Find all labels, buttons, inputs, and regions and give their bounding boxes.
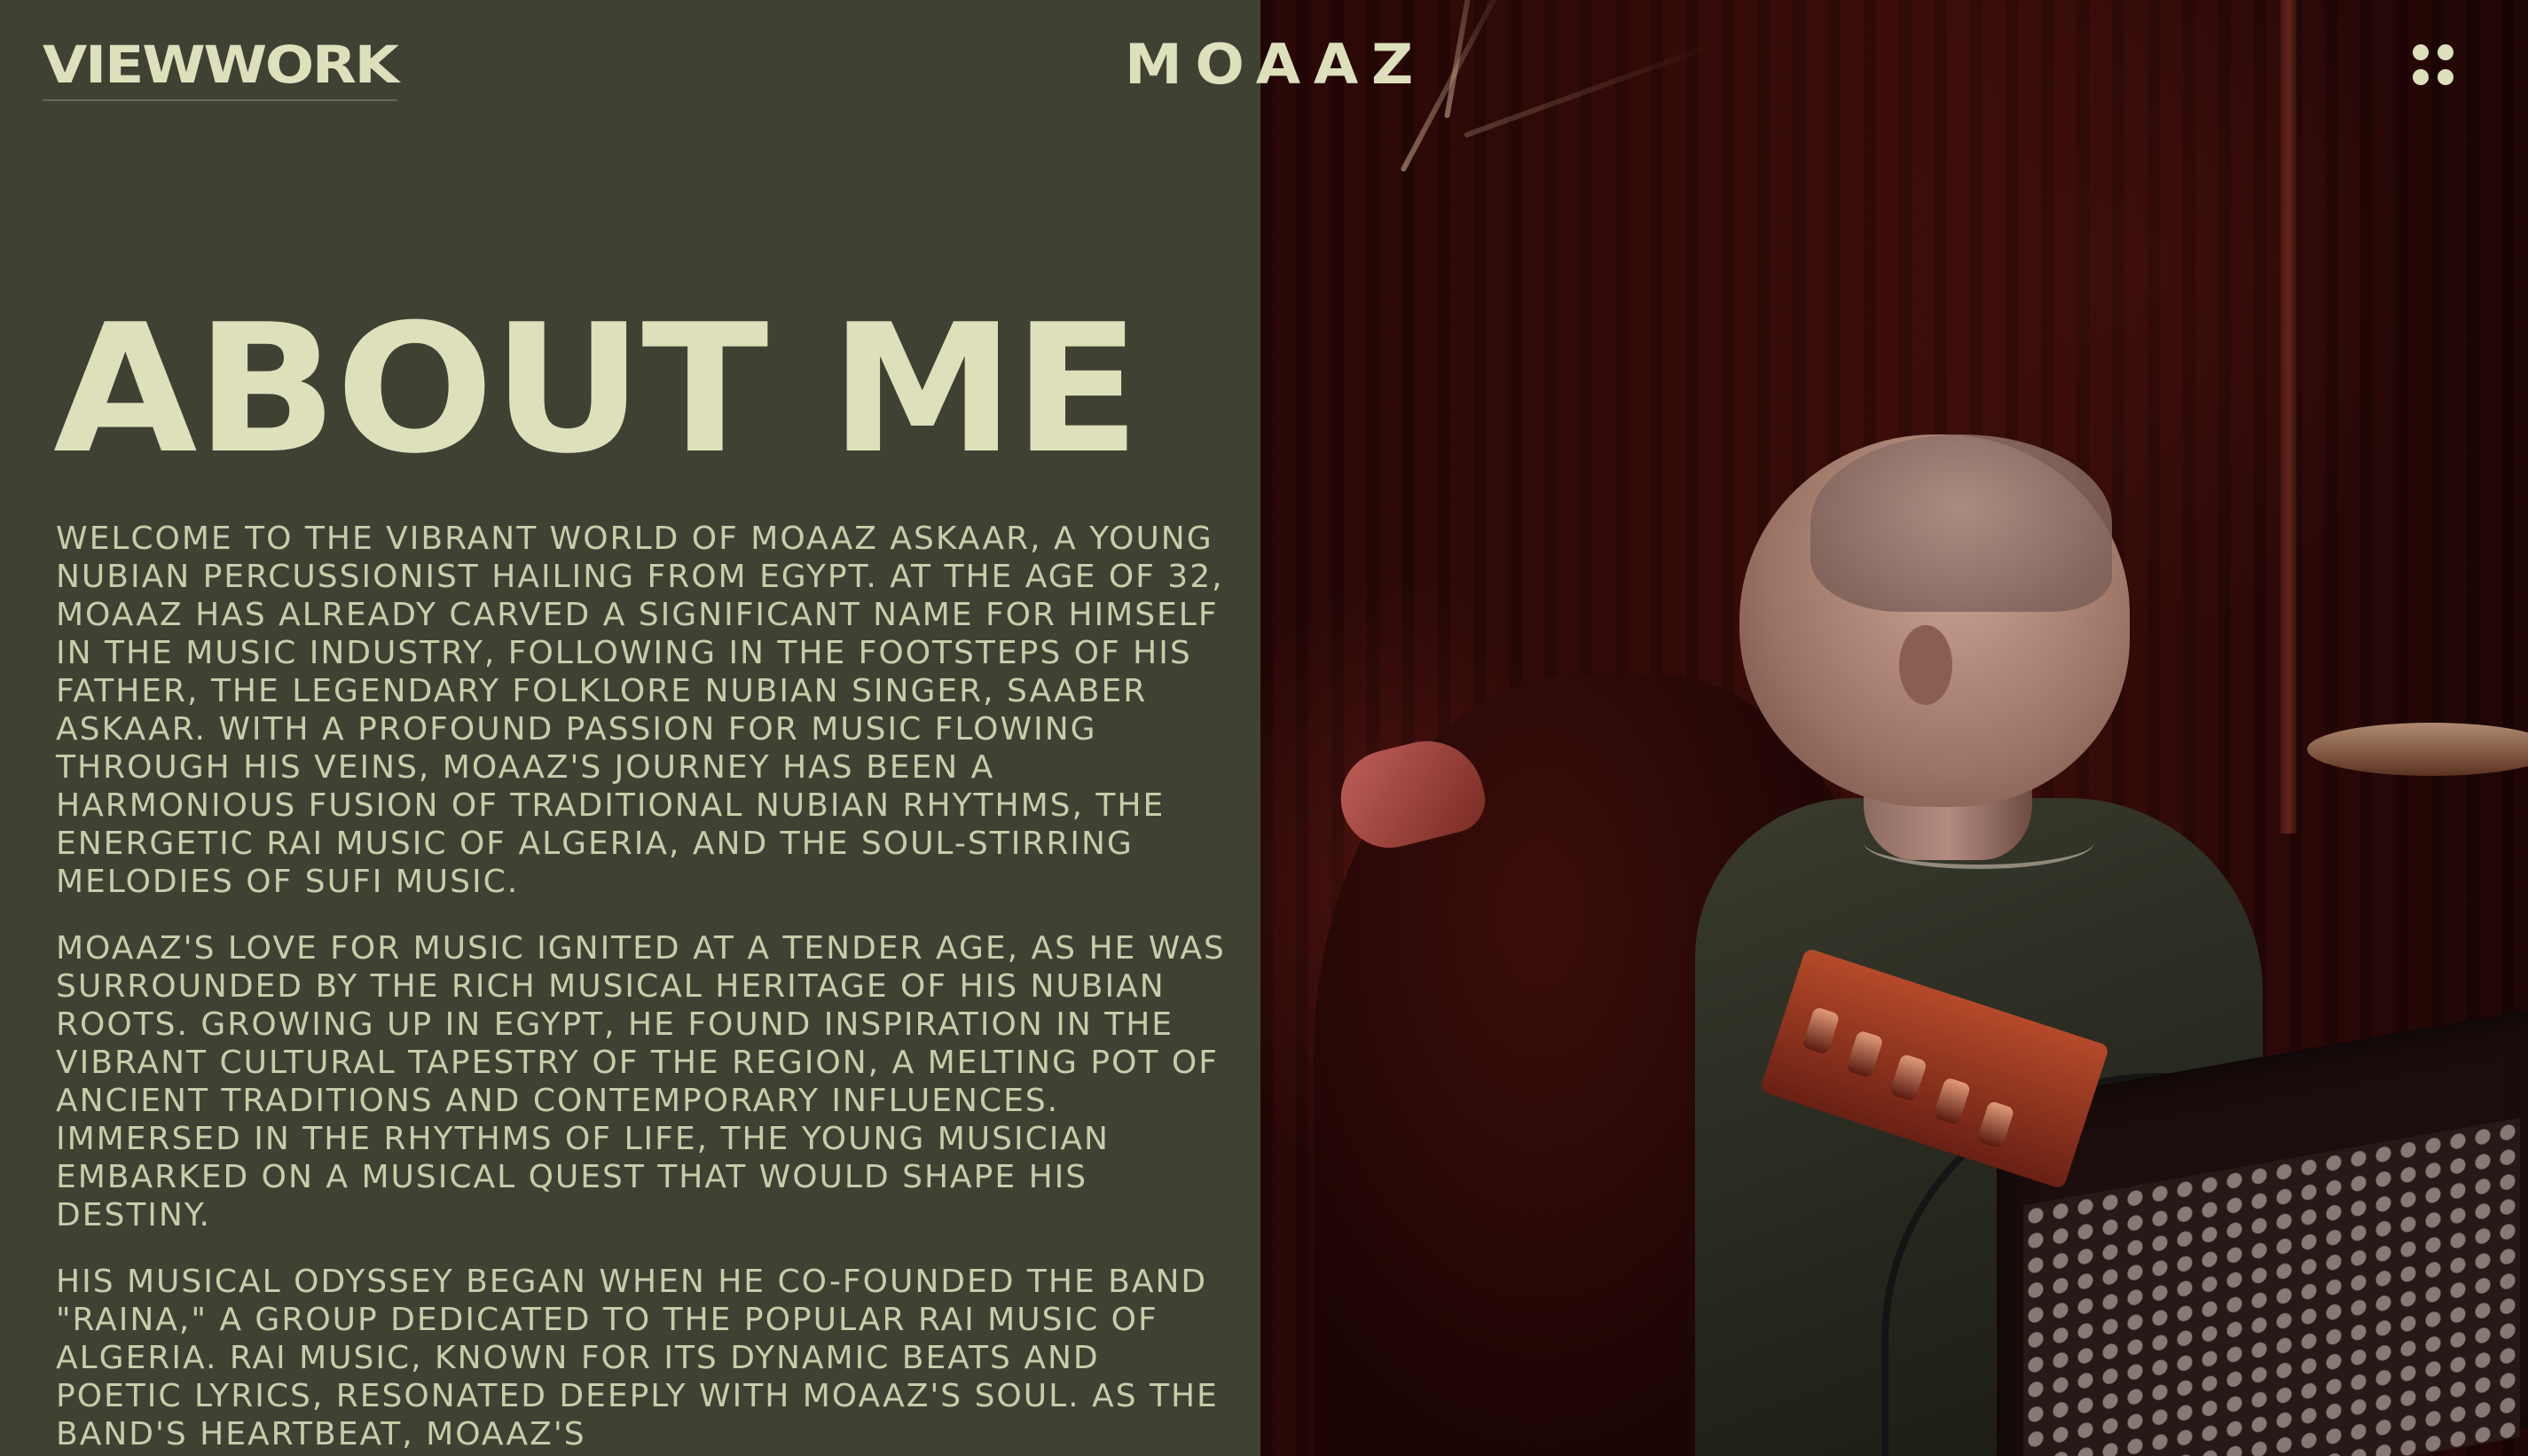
about-text: WELCOME TO THE VIBRANT WORLD OF MOAAZ AS… bbox=[56, 520, 1236, 1456]
musician-hair bbox=[1810, 434, 2112, 612]
site-title[interactable]: MOAAZ bbox=[1125, 37, 1426, 92]
hero-photo bbox=[1260, 0, 2528, 1456]
about-paragraph-1: WELCOME TO THE VIBRANT WORLD OF MOAAZ AS… bbox=[56, 521, 1224, 900]
amplifier-knob bbox=[1976, 1100, 2015, 1149]
amplifier-knob bbox=[1845, 1029, 1884, 1079]
grid-dots-icon bbox=[2413, 69, 2429, 85]
menu-button[interactable] bbox=[2413, 44, 2457, 89]
musician-ear bbox=[1899, 625, 1952, 705]
grid-dots-icon bbox=[2413, 44, 2429, 60]
brand-link[interactable]: VIEWWORK bbox=[43, 39, 399, 101]
necklace bbox=[1864, 816, 2094, 869]
amplifier-knob bbox=[1802, 1006, 1841, 1055]
grid-dots-icon bbox=[2438, 44, 2453, 60]
about-panel: VIEWWORK ABOUT ME WELCOME TO THE VIBRANT… bbox=[0, 0, 1260, 1456]
grid-dots-icon bbox=[2438, 69, 2453, 85]
page-title: ABOUT ME bbox=[53, 286, 1141, 493]
amplifier-knob bbox=[1932, 1076, 1972, 1126]
stage-pole bbox=[2281, 0, 2296, 834]
about-paragraph-2: MOAAZ'S LOVE FOR MUSIC IGNITED AT A TEND… bbox=[56, 930, 1226, 1233]
amplifier-grill bbox=[2023, 1117, 2520, 1456]
amplifier-knob bbox=[1888, 1053, 1928, 1102]
about-paragraph-3: HIS MUSICAL ODYSSEY BEGAN WHEN HE CO-FOU… bbox=[56, 1264, 1219, 1452]
